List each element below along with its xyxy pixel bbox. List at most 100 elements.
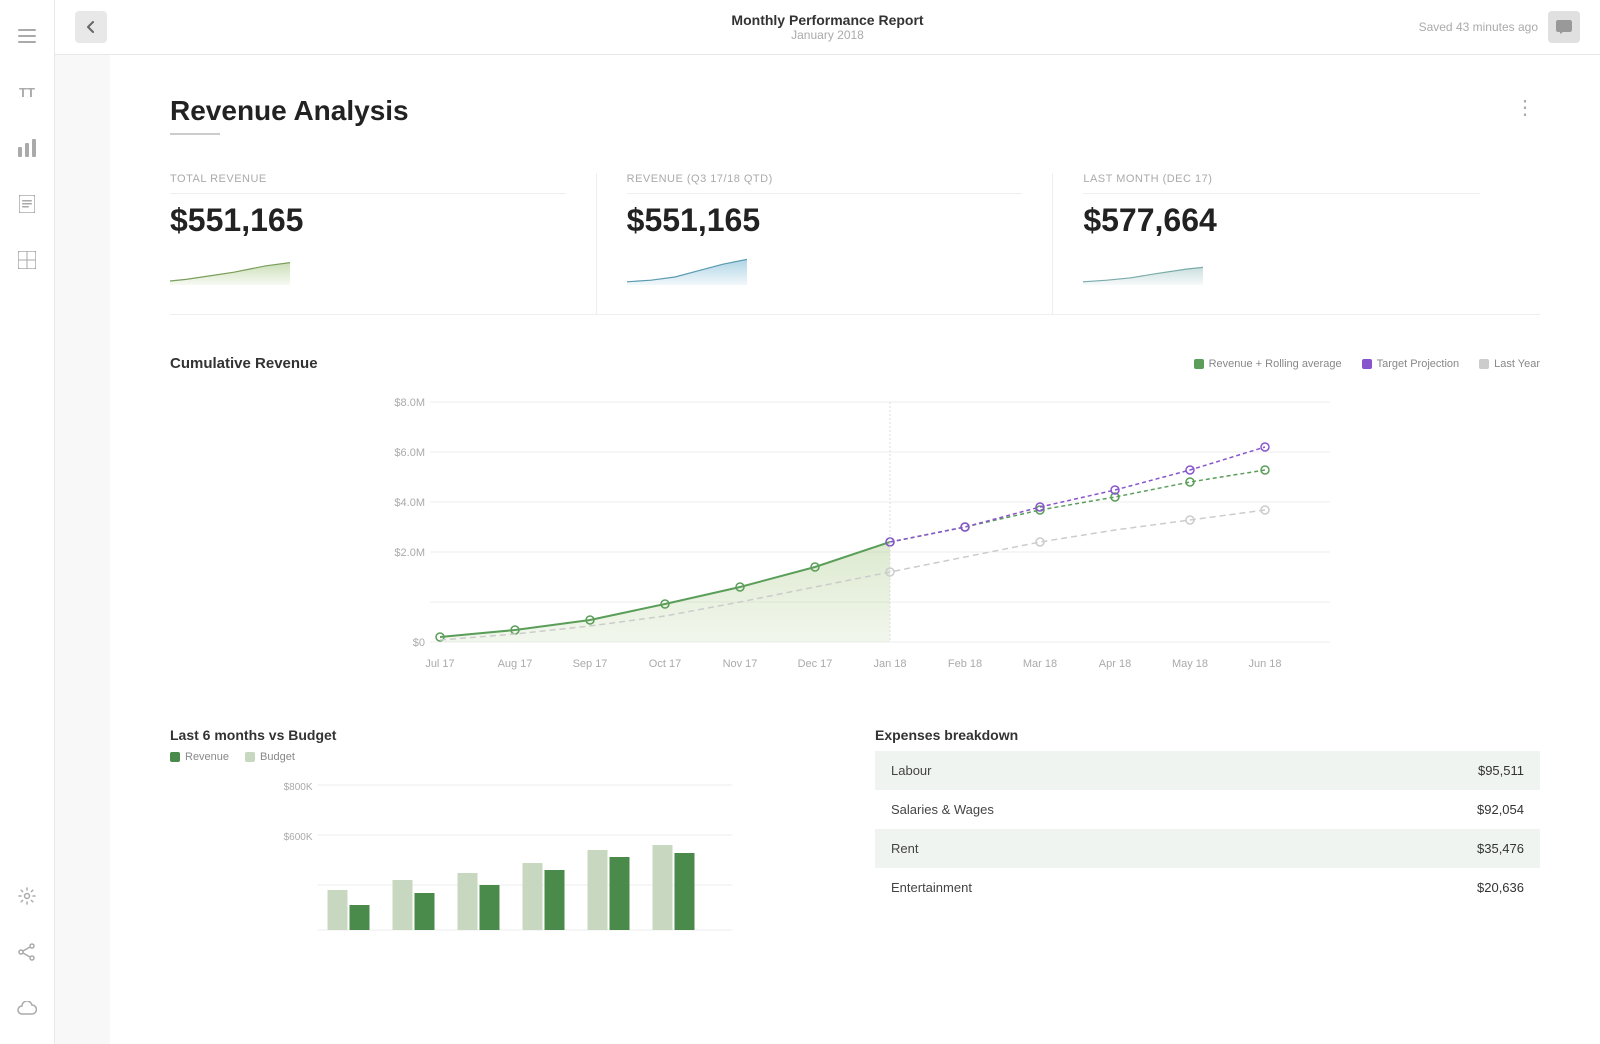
legend-label-lastyear: Last Year: [1494, 358, 1540, 370]
share-icon[interactable]: [11, 936, 43, 968]
legend-revenue: Revenue + Rolling average: [1194, 358, 1342, 370]
svg-text:Mar 18: Mar 18: [1023, 658, 1057, 670]
kpi-qtd-revenue: REVENUE (Q3 17/18 QTD) $551,165: [627, 173, 1054, 314]
menu-icon[interactable]: [11, 20, 43, 52]
expense-row-0: Labour $95,511: [875, 751, 1540, 790]
svg-text:$2.0M: $2.0M: [394, 547, 425, 559]
expense-amount-3: $20,636: [1477, 880, 1524, 895]
sparkline-1: [627, 249, 747, 289]
budget-bar-4: [523, 863, 543, 930]
table-icon[interactable]: [11, 244, 43, 276]
bottom-row: Last 6 months vs Budget Revenue Budget $…: [170, 727, 1540, 960]
svg-text:Feb 18: Feb 18: [948, 658, 982, 670]
revenue-bar-5: [610, 857, 630, 930]
more-options-button[interactable]: ⋮: [1510, 95, 1540, 120]
expense-row-3: Entertainment $20,636: [875, 868, 1540, 907]
legend-revenue-bar: Revenue: [170, 751, 229, 763]
expense-amount-1: $92,054: [1477, 802, 1524, 817]
topbar: Monthly Performance Report January 2018 …: [55, 0, 1600, 55]
chat-button[interactable]: [1548, 11, 1580, 43]
main-content: Revenue Analysis ⋮ TOTAL REVENUE $551,16…: [110, 55, 1600, 1044]
kpi-row: TOTAL REVENUE $551,165 REVENUE (Q3 17/18…: [170, 173, 1540, 315]
chart-bar-icon[interactable]: [11, 132, 43, 164]
sparkline-0: [170, 249, 290, 289]
topbar-center: Monthly Performance Report January 2018: [731, 12, 923, 42]
expense-label-2: Rent: [891, 841, 918, 856]
back-button[interactable]: [75, 11, 107, 43]
expense-row-1: Salaries & Wages $92,054: [875, 790, 1540, 829]
kpi-label-0: TOTAL REVENUE: [170, 173, 566, 194]
kpi-total-revenue: TOTAL REVENUE $551,165: [170, 173, 597, 314]
svg-text:Apr 18: Apr 18: [1099, 658, 1131, 670]
cumulative-chart-title: Cumulative Revenue: [170, 355, 318, 372]
cumulative-revenue-chart: $8.0M $6.0M $4.0M $2.0M $0: [170, 382, 1540, 682]
svg-text:$600K: $600K: [284, 832, 313, 843]
legend-target: Target Projection: [1362, 358, 1460, 370]
svg-text:Oct 17: Oct 17: [649, 658, 681, 670]
expenses-list: Labour $95,511 Salaries & Wages $92,054 …: [875, 751, 1540, 907]
svg-text:$8.0M: $8.0M: [394, 397, 425, 409]
budget-bar-5: [588, 850, 608, 930]
revenue-bar-6: [675, 853, 695, 930]
svg-text:$0: $0: [413, 637, 425, 649]
svg-text:$800K: $800K: [284, 782, 313, 793]
chart-legend: Revenue + Rolling average Target Project…: [1194, 358, 1540, 370]
svg-text:$6.0M: $6.0M: [394, 447, 425, 459]
legend-dot-lastyear: [1479, 359, 1489, 369]
kpi-value-1: $551,165: [627, 202, 1023, 239]
chart-header: Cumulative Revenue Revenue + Rolling ave…: [170, 355, 1540, 372]
bar-chart-svg: $800K $600K: [170, 775, 835, 955]
svg-text:Jan 18: Jan 18: [873, 658, 906, 670]
svg-text:Dec 17: Dec 17: [798, 658, 833, 670]
bar-chart-section: Last 6 months vs Budget Revenue Budget $…: [170, 727, 835, 960]
cloud-icon[interactable]: [11, 992, 43, 1024]
report-subtitle: January 2018: [731, 28, 923, 42]
expense-label-3: Entertainment: [891, 880, 972, 895]
revenue-bar-1: [350, 905, 370, 930]
sidebar: TT: [0, 0, 55, 1044]
legend-dot-revenue: [1194, 359, 1204, 369]
kpi-label-1: REVENUE (Q3 17/18 QTD): [627, 173, 1023, 194]
revenue-bar-2: [415, 893, 435, 930]
bar-chart-legend: Revenue Budget: [170, 751, 835, 763]
legend-dot-budget: [245, 752, 255, 762]
legend-dot-rev: [170, 752, 180, 762]
revenue-bar-4: [545, 870, 565, 930]
expenses-title: Expenses breakdown: [875, 727, 1540, 743]
topbar-right: Saved 43 minutes ago: [1419, 11, 1580, 43]
text-format-icon[interactable]: TT: [11, 76, 43, 108]
settings-icon[interactable]: [11, 880, 43, 912]
legend-lastyear: Last Year: [1479, 358, 1540, 370]
section-divider: [170, 133, 220, 135]
svg-text:$4.0M: $4.0M: [394, 497, 425, 509]
svg-text:Jun 18: Jun 18: [1248, 658, 1281, 670]
section-header: Revenue Analysis ⋮: [170, 95, 1540, 165]
svg-text:Aug 17: Aug 17: [498, 658, 533, 670]
expense-row-2: Rent $35,476: [875, 829, 1540, 868]
sparkline-2: [1083, 249, 1203, 289]
svg-text:May 18: May 18: [1172, 658, 1208, 670]
revenue-bar-3: [480, 885, 500, 930]
budget-bar-2: [393, 880, 413, 930]
legend-label-rev: Revenue: [185, 751, 229, 763]
legend-budget-bar: Budget: [245, 751, 295, 763]
report-title: Monthly Performance Report: [731, 12, 923, 28]
legend-label-revenue: Revenue + Rolling average: [1209, 358, 1342, 370]
save-status: Saved 43 minutes ago: [1419, 20, 1538, 34]
legend-label-target: Target Projection: [1377, 358, 1460, 370]
expense-amount-2: $35,476: [1477, 841, 1524, 856]
svg-text:Sep 17: Sep 17: [573, 658, 608, 670]
legend-dot-target: [1362, 359, 1372, 369]
kpi-label-2: LAST MONTH (Dec 17): [1083, 173, 1480, 194]
budget-bar-3: [458, 873, 478, 930]
expense-label-1: Salaries & Wages: [891, 802, 994, 817]
bar-chart-title: Last 6 months vs Budget: [170, 727, 835, 743]
svg-text:Jul 17: Jul 17: [425, 658, 454, 670]
budget-bar-6: [653, 845, 673, 930]
kpi-value-0: $551,165: [170, 202, 566, 239]
section-title: Revenue Analysis: [170, 95, 409, 127]
expenses-section: Expenses breakdown Labour $95,511 Salari…: [875, 727, 1540, 960]
document-icon[interactable]: [11, 188, 43, 220]
kpi-last-month: LAST MONTH (Dec 17) $577,664: [1083, 173, 1510, 314]
expense-amount-0: $95,511: [1478, 763, 1524, 778]
